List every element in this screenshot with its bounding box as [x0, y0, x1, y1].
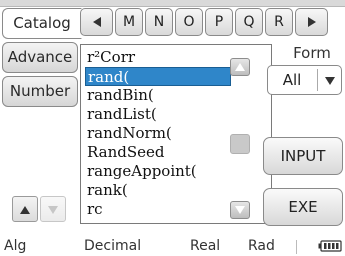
- battery-icon: [318, 240, 342, 252]
- list-item[interactable]: randBin(: [87, 86, 233, 105]
- status-mode: Alg: [4, 238, 27, 254]
- scroll-down-icon: [235, 206, 245, 214]
- list-item[interactable]: RandSeed: [87, 143, 233, 162]
- letter-tab-p[interactable]: P: [205, 8, 233, 36]
- list-item[interactable]: rank(: [87, 181, 233, 200]
- arrow-up-icon: [20, 206, 30, 214]
- move-up-button[interactable]: [12, 196, 38, 222]
- status-number-format: Decimal: [84, 238, 142, 254]
- status-complex: Real: [190, 238, 221, 254]
- arrow-down-icon: [48, 206, 58, 214]
- status-divider: [296, 240, 297, 254]
- letter-next-button[interactable]: [295, 8, 328, 36]
- triangle-right-icon: [307, 17, 316, 27]
- form-label: Form: [293, 44, 331, 62]
- letter-tab-r[interactable]: R: [265, 8, 293, 36]
- form-dropdown-value: All: [282, 71, 302, 89]
- letter-tab-m[interactable]: M: [115, 8, 143, 36]
- list-item-selected[interactable]: rand(: [85, 67, 231, 86]
- list-item[interactable]: randList(: [87, 105, 233, 124]
- tab-number[interactable]: Number: [2, 76, 78, 107]
- dropdown-divider: [317, 69, 318, 91]
- chevron-down-icon: [325, 77, 335, 85]
- tab-catalog[interactable]: Catalog: [2, 8, 82, 39]
- form-dropdown[interactable]: All: [267, 65, 342, 95]
- input-button[interactable]: INPUT: [263, 137, 343, 175]
- list-item[interactable]: rc: [87, 200, 233, 219]
- letter-tab-n[interactable]: N: [145, 8, 173, 36]
- status-angle: Rad: [248, 238, 275, 254]
- scrollbar-thumb[interactable]: [230, 134, 250, 154]
- scroll-up-button[interactable]: [230, 58, 250, 76]
- top-strip: [0, 0, 345, 7]
- tab-advance[interactable]: Advance: [2, 42, 78, 73]
- list-item[interactable]: rangeAppoint(: [87, 162, 233, 181]
- list-item[interactable]: r²Corr: [87, 48, 233, 67]
- list-item[interactable]: randNorm(: [87, 124, 233, 143]
- triangle-left-icon: [92, 17, 101, 27]
- letter-tab-o[interactable]: O: [175, 8, 203, 36]
- scroll-down-button[interactable]: [230, 201, 250, 219]
- exe-button[interactable]: EXE: [263, 188, 343, 226]
- letter-prev-button[interactable]: [80, 8, 113, 36]
- letter-tab-bar: M N O P Q R: [80, 8, 342, 38]
- status-bar: Alg Decimal Real Rad: [0, 236, 345, 256]
- scroll-up-icon: [235, 63, 245, 71]
- move-down-button[interactable]: [40, 196, 66, 222]
- letter-tab-q[interactable]: Q: [235, 8, 263, 36]
